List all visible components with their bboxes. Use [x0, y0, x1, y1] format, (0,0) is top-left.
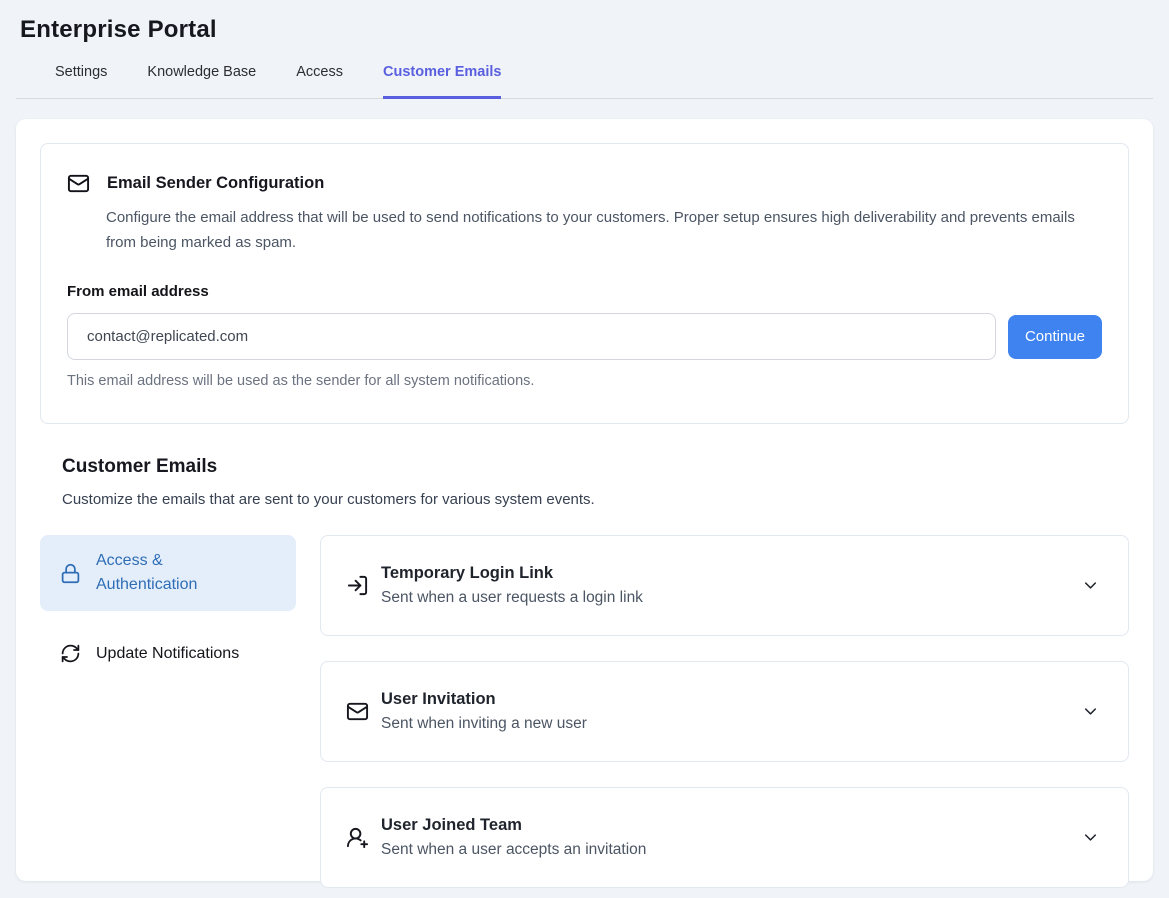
email-sender-configuration-card: Email Sender Configuration Configure the… — [40, 143, 1129, 424]
sidebar-item-label: Update Notifications — [96, 645, 239, 663]
main-panel: Email Sender Configuration Configure the… — [16, 119, 1153, 881]
sidebar-item-label: Access & Authentication — [96, 549, 256, 597]
mail-icon — [346, 700, 369, 723]
template-subtitle: Sent when a user requests a login link — [381, 589, 1081, 607]
card-title: Email Sender Configuration — [107, 174, 324, 193]
chevron-down-icon[interactable] — [1081, 576, 1100, 595]
tab-bar: Settings Knowledge Base Access Customer … — [55, 64, 1149, 99]
chevron-down-icon[interactable] — [1081, 828, 1100, 847]
lock-icon — [60, 563, 81, 584]
accordion-user-invitation[interactable]: User Invitation Sent when inviting a new… — [320, 661, 1129, 762]
from-email-input[interactable] — [67, 313, 996, 360]
from-email-label: From email address — [67, 283, 1102, 300]
sidebar-item-update-notifications[interactable]: Update Notifications — [40, 630, 296, 677]
refresh-icon — [60, 643, 81, 664]
tab-settings[interactable]: Settings — [55, 64, 107, 99]
customer-emails-description: Customize the emails that are sent to yo… — [62, 491, 1129, 508]
tab-access[interactable]: Access — [296, 64, 343, 99]
template-subtitle: Sent when a user accepts an invitation — [381, 841, 1081, 859]
chevron-down-icon[interactable] — [1081, 702, 1100, 721]
log-in-icon — [346, 574, 369, 597]
card-description: Configure the email address that will be… — [106, 205, 1081, 255]
accordion-temporary-login-link[interactable]: Temporary Login Link Sent when a user re… — [320, 535, 1129, 636]
template-title: Temporary Login Link — [381, 564, 1081, 583]
category-sidebar: Access & Authentication Update Notificat… — [40, 535, 296, 888]
sidebar-item-access-authentication[interactable]: Access & Authentication — [40, 535, 296, 611]
tab-customer-emails[interactable]: Customer Emails — [383, 64, 501, 99]
template-subtitle: Sent when inviting a new user — [381, 715, 1081, 733]
page-title: Enterprise Portal — [20, 16, 1149, 44]
continue-button[interactable]: Continue — [1008, 315, 1102, 359]
accordion-user-joined-team[interactable]: User Joined Team Sent when a user accept… — [320, 787, 1129, 888]
page-header: Enterprise Portal Settings Knowledge Bas… — [0, 0, 1169, 99]
email-helper-text: This email address will be used as the s… — [67, 373, 1102, 389]
tab-knowledge-base[interactable]: Knowledge Base — [147, 64, 256, 99]
mail-icon — [67, 172, 90, 195]
user-plus-icon — [346, 826, 369, 849]
email-template-list: Temporary Login Link Sent when a user re… — [320, 535, 1129, 888]
template-title: User Joined Team — [381, 816, 1081, 835]
customer-emails-title: Customer Emails — [62, 456, 1129, 478]
template-title: User Invitation — [381, 690, 1081, 709]
